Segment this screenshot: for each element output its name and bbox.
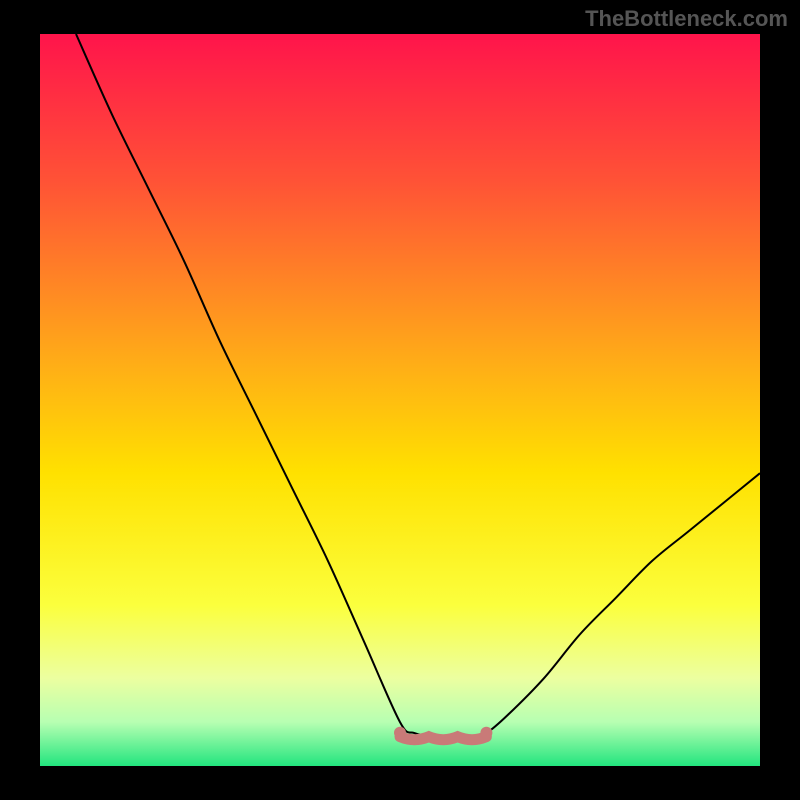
valley-marker bbox=[400, 737, 486, 740]
valley-marker-dot bbox=[480, 727, 492, 739]
watermark-text: TheBottleneck.com bbox=[585, 6, 788, 32]
chart-svg bbox=[40, 34, 760, 766]
plot-area bbox=[40, 34, 760, 766]
chart-container: TheBottleneck.com bbox=[0, 0, 800, 800]
valley-marker-dot bbox=[394, 727, 406, 739]
